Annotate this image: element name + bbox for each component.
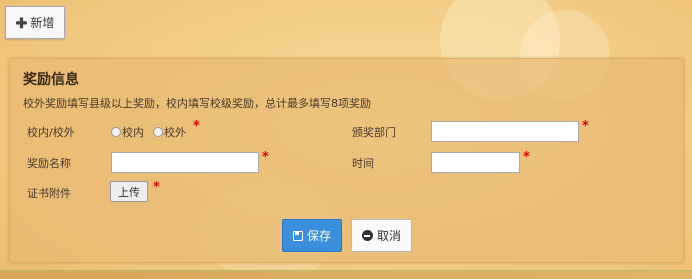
scope-radio-inner[interactable]: 校内 [111, 124, 144, 140]
scope-required-mark: * [193, 119, 200, 134]
department-label: 颁奖部门 [352, 126, 396, 139]
radio-outer-label: 校外 [164, 126, 186, 139]
award-name-label: 奖励名称 [27, 157, 71, 170]
minus-circle-icon [361, 230, 373, 241]
department-required-mark: * [582, 119, 589, 134]
cancel-button-label: 取消 [376, 229, 401, 243]
radio-outer[interactable] [153, 127, 163, 137]
scope-label: 校内/校外 [27, 126, 75, 139]
department-input[interactable] [431, 121, 579, 142]
award-info-panel: 奖励信息 校外奖励填写县级以上奖励，校内填写校级奖励，总计最多填写8项奖励 校内… [9, 58, 684, 263]
time-label: 时间 [352, 157, 374, 170]
award-name-required-mark: * [262, 150, 269, 165]
save-icon [292, 230, 303, 241]
time-input[interactable] [431, 152, 520, 173]
bottom-divider [0, 270, 692, 279]
panel-subtitle: 校外奖励填写县级以上奖励，校内填写校级奖励，总计最多填写8项奖励 [23, 97, 371, 110]
add-button[interactable]: ✚ 新增 [5, 6, 65, 39]
plus-icon: ✚ [15, 14, 28, 31]
radio-inner[interactable] [111, 127, 121, 137]
award-name-input[interactable] [111, 152, 259, 173]
upload-button[interactable]: 上传 [110, 181, 148, 202]
panel-title: 奖励信息 [23, 72, 79, 88]
attachment-required-mark: * [153, 180, 160, 195]
save-button[interactable]: 保存 [282, 219, 342, 252]
attachment-label: 证书附件 [27, 187, 71, 200]
add-button-label: 新增 [30, 16, 55, 30]
save-button-label: 保存 [306, 229, 331, 243]
radio-inner-label: 校内 [122, 126, 144, 139]
scope-radio-outer[interactable]: 校外 [153, 124, 186, 140]
cancel-button[interactable]: 取消 [351, 219, 412, 252]
time-required-mark: * [523, 150, 530, 165]
